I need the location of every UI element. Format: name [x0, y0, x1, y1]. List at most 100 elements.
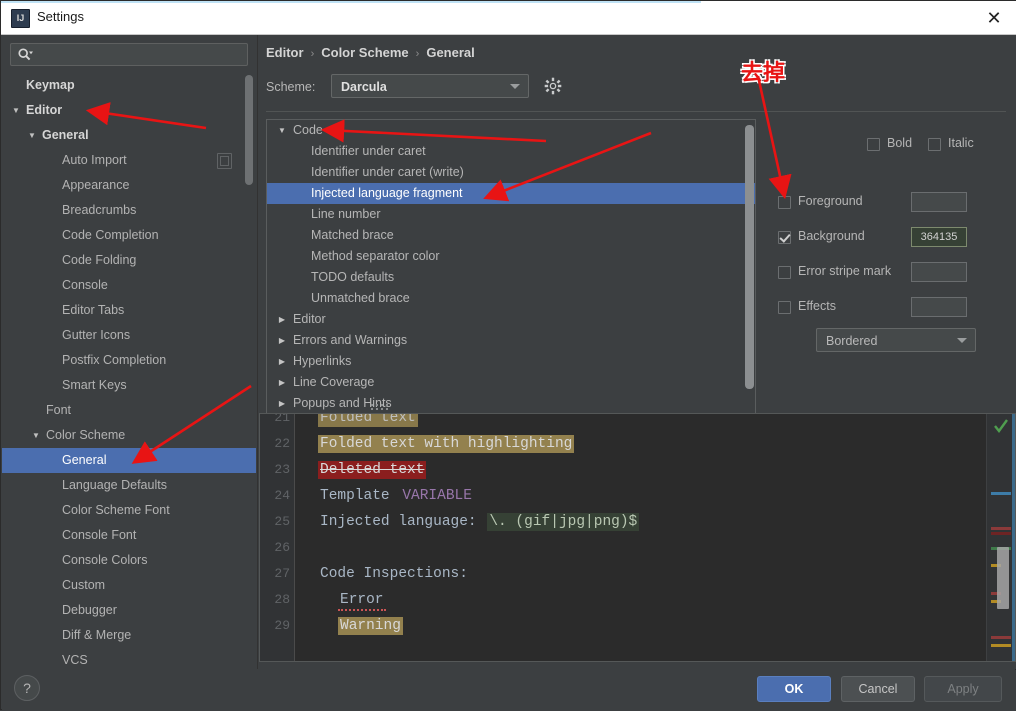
chevron-right-icon[interactable]: ▶ — [275, 372, 289, 393]
color-tree-item-errors-and-warnings[interactable]: ▶ Errors and Warnings — [267, 330, 755, 351]
code-line: Error — [338, 587, 386, 613]
color-tree-item-popups-and-hints[interactable]: ▶ Popups and Hints — [267, 393, 755, 414]
chevron-right-icon[interactable]: ▶ — [275, 393, 289, 414]
color-tree-item-method-separator-color[interactable]: Method separator color — [267, 246, 755, 267]
color-tree-item-injected-language-fragment[interactable]: Injected language fragment — [267, 183, 755, 204]
color-tree-item-identifier-under-caret[interactable]: Identifier under caret — [267, 141, 755, 162]
sidebar-item-label: Color Scheme Font — [62, 503, 170, 517]
color-tree-scrollbar[interactable] — [745, 121, 754, 411]
bold-checkbox[interactable] — [867, 138, 880, 151]
effect-type-dropdown[interactable]: Bordered — [816, 328, 976, 352]
scroll-marker[interactable] — [991, 527, 1011, 530]
sidebar-item-console-font[interactable]: Console Font — [2, 523, 256, 548]
background-color-swatch[interactable]: 364135 — [911, 227, 967, 247]
foreground-checkbox[interactable] — [778, 196, 791, 209]
breadcrumb-item[interactable]: Color Scheme — [321, 45, 408, 60]
preview-editor[interactable]: 21 Folded text 22 Folded text with highligh… — [259, 413, 1016, 662]
sidebar-item-color-scheme[interactable]: ▼ Color Scheme — [2, 423, 256, 448]
color-tree-item-editor[interactable]: ▶ Editor — [267, 309, 755, 330]
error-stripe-color-swatch[interactable] — [911, 262, 967, 282]
search-input[interactable] — [37, 45, 246, 66]
code-token: \. (gif|jpg|png)$ — [487, 513, 640, 531]
chevron-right-icon[interactable]: ▶ — [275, 330, 289, 351]
sidebar-item-color-scheme-font[interactable]: Color Scheme Font — [2, 498, 256, 523]
scroll-marker[interactable] — [991, 532, 1011, 535]
sidebar-item-code-completion[interactable]: Code Completion — [2, 223, 256, 248]
sidebar-item-label: Custom — [62, 578, 106, 592]
sidebar-item-general[interactable]: ▼ General — [2, 123, 256, 148]
italic-checkbox[interactable] — [928, 138, 941, 151]
settings-sidebar: Keymap ▼ Editor ▼ General Auto Import Appearan… — [2, 35, 258, 669]
sidebar-item-console[interactable]: Console — [2, 273, 256, 298]
sidebar-item-smart-keys[interactable]: Smart Keys — [2, 373, 256, 398]
help-button[interactable]: ? — [14, 675, 40, 701]
breadcrumb-item[interactable]: Editor — [266, 45, 304, 60]
chevron-down-icon[interactable]: ▼ — [10, 98, 22, 123]
breadcrumb-item[interactable]: General — [426, 45, 474, 60]
apply-button[interactable]: Apply — [924, 676, 1002, 702]
chevron-down-icon[interactable]: ▼ — [26, 123, 38, 148]
color-tree-item-hyperlinks[interactable]: ▶ Hyperlinks — [267, 351, 755, 372]
code-token: Template — [320, 488, 399, 504]
sidebar-tree[interactable]: Keymap ▼ Editor ▼ General Auto Import Appearan… — [2, 73, 256, 669]
preview-resize-grip[interactable] — [371, 404, 393, 410]
ok-button[interactable]: OK — [757, 676, 831, 702]
search-field[interactable] — [10, 43, 248, 66]
color-settings-tree[interactable]: ▼ Code Identifier under caret Identifier un… — [266, 119, 756, 441]
sidebar-item-debugger[interactable]: Debugger — [2, 598, 256, 623]
error-stripe-checkbox[interactable] — [778, 266, 791, 279]
sidebar-item-postfix-completion[interactable]: Postfix Completion — [2, 348, 256, 373]
editor-marker-scrollbar[interactable] — [986, 414, 1015, 661]
sidebar-item-diff-merge[interactable]: Diff & Merge — [2, 623, 256, 648]
sidebar-item-language-defaults[interactable]: Language Defaults — [2, 473, 256, 498]
color-tree-item-line-number[interactable]: Line number — [267, 204, 755, 225]
color-tree-item-code[interactable]: ▼ Code — [267, 120, 755, 141]
sidebar-item-custom[interactable]: Custom — [2, 573, 256, 598]
sidebar-item-label: Code Completion — [62, 228, 159, 242]
sidebar-scrollbar-thumb[interactable] — [245, 75, 253, 185]
cancel-button[interactable]: Cancel — [841, 676, 915, 702]
close-icon[interactable]: ✕ — [979, 6, 1009, 30]
scroll-marker[interactable] — [991, 492, 1011, 495]
sidebar-item-code-folding[interactable]: Code Folding — [2, 248, 256, 273]
chevron-down-icon[interactable]: ▼ — [275, 120, 289, 141]
color-tree-scrollbar-thumb[interactable] — [745, 125, 754, 389]
color-tree-item-label: Errors and Warnings — [293, 333, 408, 347]
color-tree-item-matched-brace[interactable]: Matched brace — [267, 225, 755, 246]
scheme-dropdown[interactable]: Darcula — [331, 74, 529, 98]
color-tree-item-label: Hyperlinks — [293, 354, 352, 368]
code-line — [318, 535, 322, 561]
background-checkbox[interactable] — [778, 231, 791, 244]
copy-settings-icon[interactable] — [217, 153, 232, 169]
line-number: 27 — [274, 566, 290, 581]
editor-scrollbar-thumb[interactable] — [997, 547, 1009, 609]
chevron-right-icon[interactable]: ▶ — [275, 351, 289, 372]
chevron-right-icon[interactable]: ▶ — [275, 309, 289, 330]
sidebar-item-auto-import[interactable]: Auto Import — [2, 148, 256, 173]
intellij-logo-icon: IJ — [11, 9, 30, 28]
sidebar-item-editor[interactable]: ▼ Editor — [2, 98, 256, 123]
chevron-down-icon[interactable]: ▼ — [30, 423, 42, 448]
sidebar-item-vcs[interactable]: VCS — [2, 648, 256, 669]
color-tree-item-unmatched-brace[interactable]: Unmatched brace — [267, 288, 755, 309]
preview-code-area[interactable]: 21 Folded text 22 Folded text with highligh… — [274, 414, 1015, 661]
scroll-marker[interactable] — [991, 636, 1011, 639]
foreground-color-swatch[interactable] — [911, 192, 967, 212]
sidebar-item-breadcrumbs[interactable]: Breadcrumbs — [2, 198, 256, 223]
effects-color-swatch[interactable] — [911, 297, 967, 317]
color-tree-item-label: Injected language fragment — [311, 186, 463, 200]
foreground-label: Foreground — [798, 194, 863, 208]
sidebar-item-console-colors[interactable]: Console Colors — [2, 548, 256, 573]
sidebar-item-keymap[interactable]: Keymap — [2, 73, 256, 98]
effects-checkbox[interactable] — [778, 301, 791, 314]
sidebar-item-editor-tabs[interactable]: Editor Tabs — [2, 298, 256, 323]
sidebar-item-gutter-icons[interactable]: Gutter Icons — [2, 323, 256, 348]
sidebar-item-font[interactable]: Font — [2, 398, 256, 423]
color-tree-item-line-coverage[interactable]: ▶ Line Coverage — [267, 372, 755, 393]
scroll-marker[interactable] — [991, 644, 1011, 647]
gear-icon[interactable] — [544, 77, 562, 95]
sidebar-item-general[interactable]: General — [2, 448, 256, 473]
sidebar-item-appearance[interactable]: Appearance — [2, 173, 256, 198]
color-tree-item-todo-defaults[interactable]: TODO defaults — [267, 267, 755, 288]
color-tree-item-identifier-under-caret-write-[interactable]: Identifier under caret (write) — [267, 162, 755, 183]
